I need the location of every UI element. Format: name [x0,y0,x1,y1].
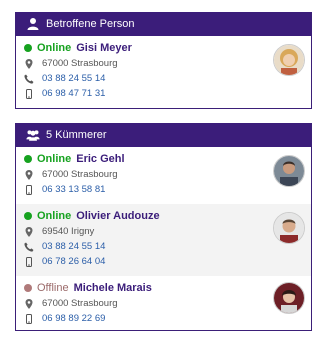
person-name[interactable]: Olivier Audouze [76,210,159,222]
mobile-link[interactable]: 06 33 13 58 81 [42,184,105,195]
affected-person-panel: Betroffene Person Online Gisi Meyer 6700… [15,12,312,109]
map-pin-icon [24,226,34,237]
users-icon [26,128,40,142]
avatar[interactable] [273,155,305,187]
affected-person-header: Betroffene Person [16,12,311,36]
mobile-link[interactable]: 06 78 26 64 04 [42,256,105,267]
mobile-link[interactable]: 06 98 89 22 69 [42,313,105,324]
person-name[interactable]: Eric Gehl [76,153,124,165]
mobile-icon [24,184,34,195]
caretaker-entry[interactable]: Online Olivier Audouze 69540 Irigny 03 8… [16,204,311,276]
caretakers-header: 5 Kümmerer [16,123,311,147]
phone-icon [24,242,34,252]
phone-icon [24,74,34,84]
address-text: 67000 Strasbourg [42,169,118,180]
online-indicator-dot [24,44,32,52]
offline-indicator-dot [24,284,32,292]
online-indicator-dot [24,212,32,220]
mobile-icon [24,256,34,267]
phone-link[interactable]: 03 88 24 55 14 [42,73,105,84]
online-indicator-dot [24,155,32,163]
mobile-link[interactable]: 06 98 47 71 31 [42,88,105,99]
phone-link[interactable]: 03 88 24 55 14 [42,241,105,252]
person-name[interactable]: Michele Marais [74,282,152,294]
caretaker-entry[interactable]: Offline Michele Marais 67000 Strasbourg … [16,276,311,330]
status-label: Online [37,153,72,165]
avatar[interactable] [273,212,305,244]
user-icon [26,17,40,31]
mobile-icon [24,313,34,324]
mobile-icon [24,88,34,99]
caretakers-panel: 5 Kümmerer Online Eric Gehl 67000 Strasb… [15,123,312,331]
avatar[interactable] [273,282,305,314]
status-label: Online [37,42,72,54]
affected-person-title: Betroffene Person [46,18,135,30]
status-label: Online [37,210,72,222]
caretaker-entry[interactable]: Online Eric Gehl 67000 Strasbourg 06 33 … [16,147,311,204]
map-pin-icon [24,58,34,69]
map-pin-icon [24,169,34,180]
avatar[interactable] [273,44,305,76]
address-text: 69540 Irigny [42,226,95,237]
address-text: 67000 Strasbourg [42,58,118,69]
status-label: Offline [37,282,69,294]
map-pin-icon [24,298,34,309]
address-text: 67000 Strasbourg [42,298,118,309]
person-name[interactable]: Gisi Meyer [76,42,132,54]
affected-person-entry[interactable]: Online Gisi Meyer 67000 Strasbourg 03 88… [16,36,311,108]
caretakers-title: 5 Kümmerer [46,129,107,141]
